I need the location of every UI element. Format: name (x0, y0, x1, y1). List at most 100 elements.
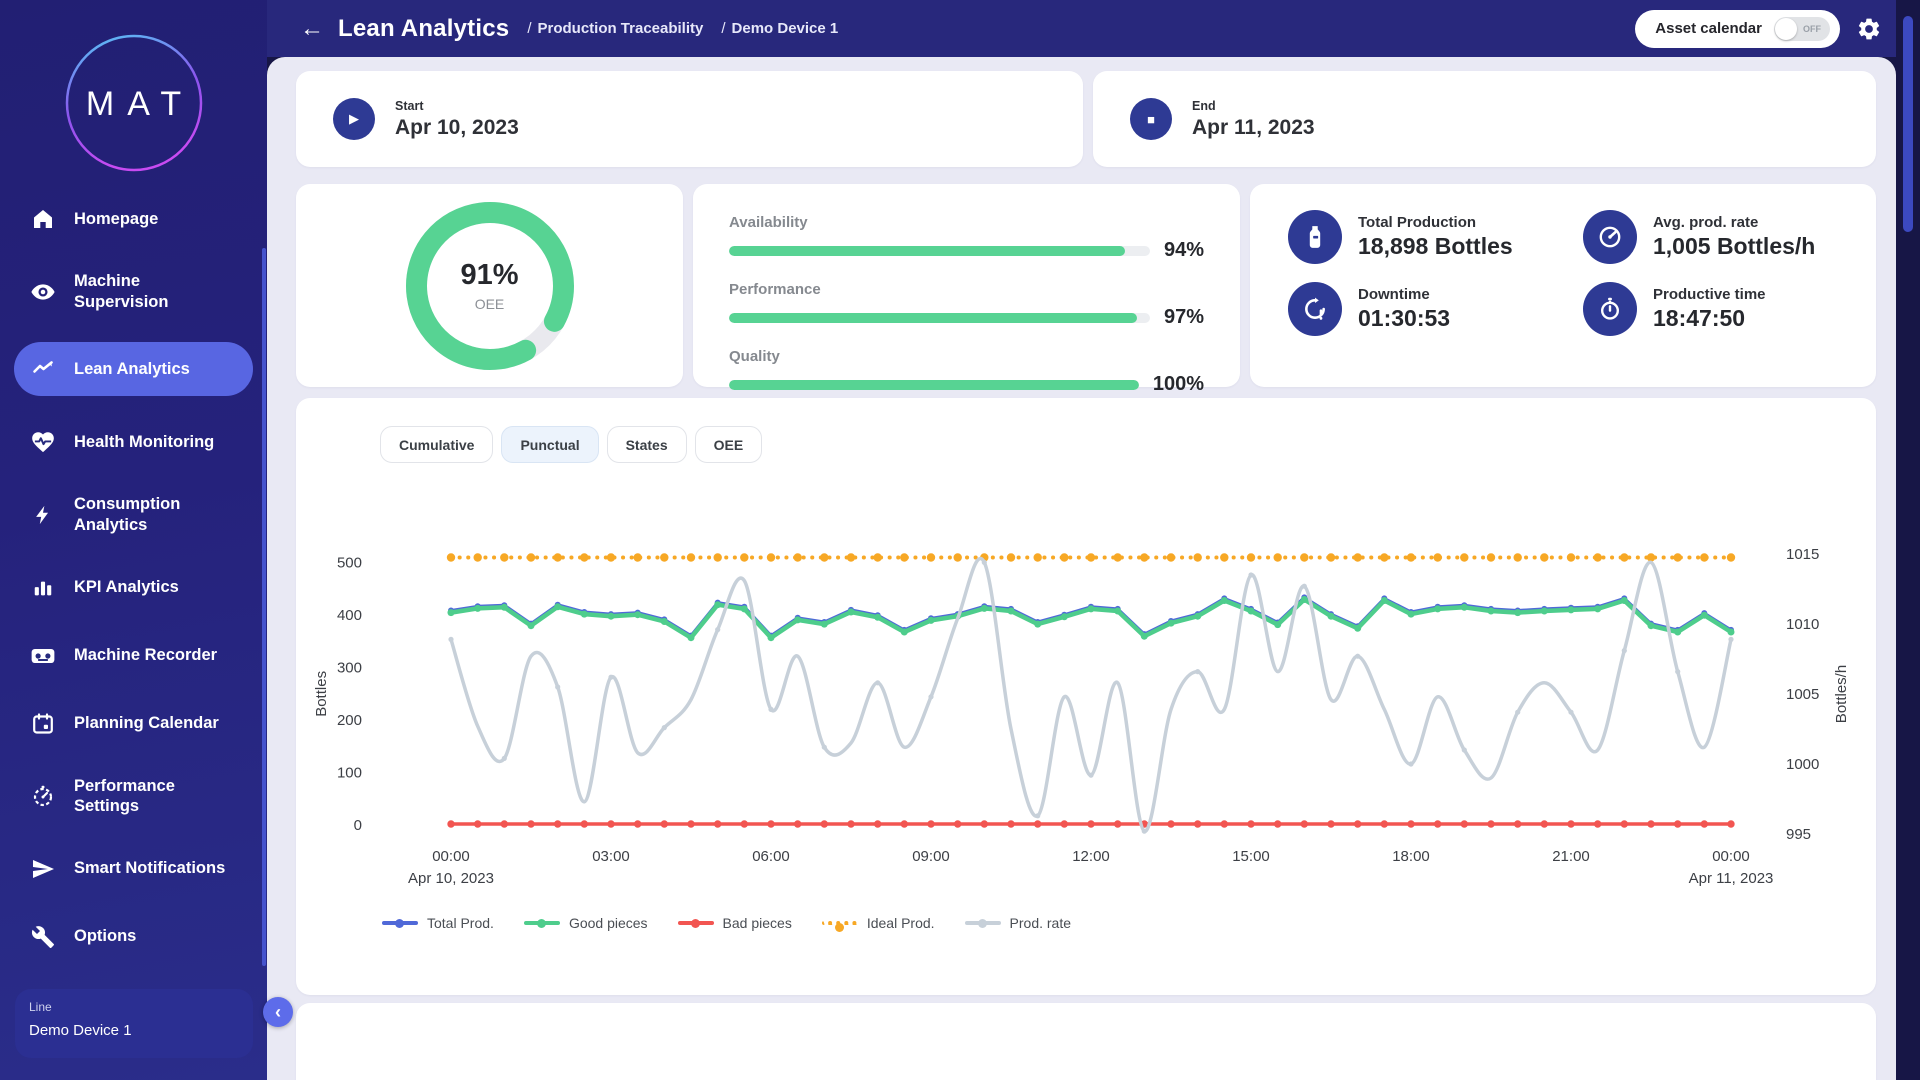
svg-text:Bottles: Bottles (313, 671, 330, 717)
tab-oee[interactable]: OEE (695, 426, 763, 463)
kpi-label: Performance (729, 281, 1204, 298)
svg-text:1015: 1015 (1786, 546, 1819, 563)
page-title: Lean Analytics (338, 15, 509, 43)
asset-calendar-switch[interactable]: OFF (1774, 17, 1830, 41)
performance-icon (30, 783, 56, 809)
sidebar-item-homepage[interactable]: Homepage (14, 197, 253, 241)
breadcrumb-item[interactable]: Production Traceability (537, 20, 703, 37)
kpi-bar-fill (729, 246, 1125, 256)
logo-text: MAT (85, 85, 193, 123)
tab-states[interactable]: States (607, 426, 687, 463)
kpi-bars-card: Availability 94% Performance 97% Quality… (693, 184, 1240, 387)
bottom-section-card: Filters (296, 1003, 1876, 1080)
sidebar-scrollbar-thumb[interactable] (262, 248, 266, 966)
stat-productive-time: Productive time 18:47:50 (1583, 282, 1876, 336)
svg-text:06:00: 06:00 (752, 848, 790, 865)
kpi-value: 94% (1164, 239, 1204, 262)
svg-text:Bottles/h: Bottles/h (1833, 665, 1850, 723)
svg-text:500: 500 (337, 555, 362, 572)
settings-gear-icon[interactable] (1856, 16, 1882, 42)
kpi-label: Availability (729, 214, 1204, 231)
asset-calendar-toggle-pill[interactable]: Asset calendar OFF (1635, 10, 1840, 48)
sidebar-item-planning-calendar[interactable]: Planning Calendar (14, 702, 253, 746)
breadcrumb[interactable]: / Demo Device 1 (721, 20, 838, 37)
stat-downtime: Downtime 01:30:53 (1288, 282, 1583, 336)
legend-item-good-pieces[interactable]: Good pieces (524, 915, 648, 931)
legend-item-prod-rate[interactable]: Prod. rate (965, 915, 1071, 931)
stat-total-production: Total Production 18,898 Bottles (1288, 210, 1583, 264)
legend-item-total-prod[interactable]: Total Prod. (382, 915, 494, 931)
start-label: Start (395, 99, 519, 113)
topbar: ← Lean Analytics /Production Traceabilit… (0, 0, 1896, 57)
sidebar-item-machine-recorder[interactable]: Machine Recorder (14, 634, 253, 678)
start-date-card[interactable]: ▶ Start Apr 10, 2023 (296, 71, 1083, 167)
bottle-icon (1288, 210, 1342, 264)
sidebar-item-lean-analytics[interactable]: Lean Analytics (14, 342, 253, 396)
kpi-bar-track (729, 313, 1150, 323)
kpi-label: Quality (729, 348, 1204, 365)
stat-value: 18,898 Bottles (1358, 233, 1513, 260)
stat-value: 01:30:53 (1358, 305, 1450, 332)
toggle-knob (1775, 18, 1797, 40)
sidebar-item-health-monitoring[interactable]: Health Monitoring (14, 420, 253, 464)
sidebar-item-smart-notifications[interactable]: Smart Notifications (14, 847, 253, 891)
line-selector-card[interactable]: Line Demo Device 1 (15, 989, 253, 1058)
breadcrumb[interactable]: /Production Traceability (527, 20, 703, 37)
breadcrumb-item[interactable]: Demo Device 1 (732, 20, 839, 37)
legend-label: Ideal Prod. (867, 915, 935, 931)
stat-label: Downtime (1358, 286, 1450, 303)
topbar-right: Asset calendar OFF (1635, 10, 1896, 48)
oee-label: OEE (475, 296, 505, 312)
oee-value: 91% (460, 259, 518, 292)
svg-text:100: 100 (337, 765, 362, 782)
heart-pulse-icon (30, 429, 56, 455)
sidebar-nav: Homepage Machine Supervision Lean Analyt… (0, 173, 267, 959)
home-icon (30, 206, 56, 232)
production-line-chart[interactable]: 00:0003:0006:0009:0012:0015:0018:0021:00… (304, 493, 1864, 913)
sidebar-item-options[interactable]: Options (14, 915, 253, 959)
svg-text:300: 300 (337, 660, 362, 677)
stat-value: 1,005 Bottles/h (1653, 233, 1815, 260)
kpi-bar-fill (729, 380, 1139, 390)
legend-label: Bad pieces (723, 915, 792, 931)
eye-icon (30, 279, 56, 305)
page-scrollbar-track (1896, 0, 1920, 1080)
legend-swatch (524, 921, 560, 925)
trend-icon (30, 356, 56, 382)
sidebar-collapse-button[interactable]: ‹ (263, 997, 293, 1027)
end-label: End (1192, 99, 1315, 113)
back-arrow-icon[interactable]: ← (300, 17, 324, 41)
legend-label: Total Prod. (427, 915, 494, 931)
line-label: Line (29, 1000, 239, 1014)
svg-text:03:00: 03:00 (592, 848, 630, 865)
legend-swatch (822, 921, 858, 925)
legend-swatch (678, 921, 714, 925)
svg-text:1010: 1010 (1786, 616, 1819, 633)
page-scrollbar-thumb[interactable] (1903, 16, 1913, 232)
legend-item-bad-pieces[interactable]: Bad pieces (678, 915, 792, 931)
svg-text:1005: 1005 (1786, 686, 1819, 703)
legend-label: Prod. rate (1010, 915, 1071, 931)
logo: MAT (0, 0, 267, 173)
svg-text:00:00: 00:00 (432, 848, 470, 865)
legend-item-ideal-prod[interactable]: Ideal Prod. (822, 915, 935, 931)
play-icon: ▶ (333, 98, 375, 140)
stat-avg-prod-rate: Avg. prod. rate 1,005 Bottles/h (1583, 210, 1876, 264)
oee-gauge: 91% OEE (400, 196, 580, 376)
sidebar-item-performance-settings[interactable]: Performance Settings (14, 770, 253, 823)
end-date-card[interactable]: ■ End Apr 11, 2023 (1093, 71, 1876, 167)
svg-text:18:00: 18:00 (1392, 848, 1430, 865)
sidebar-item-kpi-analytics[interactable]: KPI Analytics (14, 566, 253, 610)
production-chart-card: Cumulative Punctual States OEE 00:00 03:0… (296, 398, 1876, 995)
kpi-row-availability: Availability 94% (729, 214, 1204, 262)
sidebar-item-machine-supervision[interactable]: Machine Supervision (14, 265, 253, 318)
kpi-value: 97% (1164, 306, 1204, 329)
chart-legend: Total Prod. Good pieces Bad pieces Ideal… (382, 915, 1876, 931)
legend-swatch (965, 921, 1001, 925)
tab-punctual[interactable]: Punctual (501, 426, 598, 463)
svg-text:09:00: 09:00 (912, 848, 950, 865)
breadcrumb-separator: / (721, 20, 725, 37)
sidebar-item-consumption-analytics[interactable]: Consumption Analytics (14, 488, 253, 541)
kpi-bar-track (729, 380, 1139, 390)
tab-cumulative[interactable]: Cumulative (380, 426, 493, 463)
